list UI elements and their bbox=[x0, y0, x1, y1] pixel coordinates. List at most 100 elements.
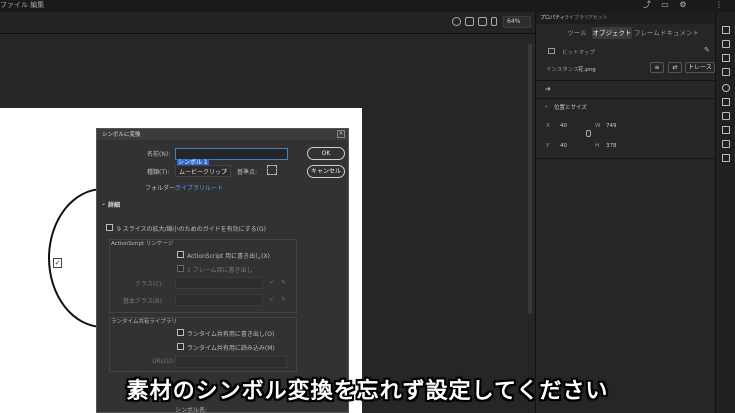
export-first-frame-checkbox[interactable] bbox=[177, 265, 184, 272]
menu-title[interactable]: ファイル 編集 bbox=[0, 0, 44, 10]
more-icon[interactable]: ⋮ bbox=[713, 0, 725, 10]
check-icon[interactable]: ✓ bbox=[269, 279, 274, 286]
clip-icon[interactable] bbox=[465, 17, 474, 26]
chevron-down-icon[interactable]: ⌄ bbox=[101, 200, 106, 207]
section-title: 位置とサイズ bbox=[554, 105, 587, 111]
components-icon[interactable] bbox=[722, 84, 730, 92]
app-window: ファイル 編集 ⤴ ▭ ⚙ ⋮ 64% ✓ プロパティ ライブラリ アセット ツ… bbox=[0, 0, 735, 413]
instance-value[interactable]: 花.png bbox=[578, 65, 596, 73]
panel-divider bbox=[536, 98, 716, 99]
history-icon[interactable] bbox=[722, 140, 730, 148]
segment-document[interactable]: ドキュメント bbox=[660, 27, 699, 39]
fit-icon[interactable] bbox=[478, 17, 487, 26]
share-icon[interactable]: ⤴ bbox=[641, 0, 653, 10]
output-icon[interactable] bbox=[722, 154, 730, 162]
url-label: URL(U): bbox=[152, 358, 175, 365]
type-value: ムービークリップ bbox=[179, 169, 228, 176]
center-stage-icon[interactable] bbox=[452, 17, 461, 26]
runtime-import-label: ランタイム共有用に読み込み(M) bbox=[187, 345, 275, 352]
url-field[interactable] bbox=[175, 356, 287, 368]
base-class-label: 基本クラス(B): bbox=[123, 298, 164, 305]
ok-button[interactable]: OK bbox=[307, 147, 345, 160]
details-toggle[interactable]: 詳細 bbox=[108, 200, 120, 209]
base-class-field[interactable] bbox=[175, 294, 263, 306]
tab-library[interactable]: ライブラリ bbox=[564, 14, 589, 21]
exchange-icon[interactable]: ⇄ bbox=[668, 62, 682, 73]
stage-toolbar: 64% bbox=[0, 12, 535, 34]
panel-tab-bar: プロパティ ライブラリ アセット bbox=[536, 12, 716, 24]
h-label: H bbox=[595, 143, 600, 149]
transform-icon[interactable] bbox=[491, 17, 497, 26]
tool-strip bbox=[715, 12, 735, 413]
lock-icon[interactable] bbox=[586, 130, 591, 137]
cancel-button[interactable]: キャンセル bbox=[307, 165, 345, 178]
y-value[interactable]: 40 bbox=[560, 143, 567, 149]
nine-slice-label: 9 スライスの拡大/縮小のためのガイドを有効にする(G) bbox=[117, 226, 266, 233]
library-icon[interactable] bbox=[722, 40, 730, 48]
registration-grid-icon[interactable] bbox=[267, 165, 277, 175]
edit-icon[interactable]: ✎ bbox=[281, 279, 286, 286]
runtime-export-label: ランタイム共有用に書き出し(O) bbox=[187, 331, 275, 338]
dialog-titlebar[interactable]: シンボルに変換 × bbox=[97, 129, 348, 140]
nine-slice-checkbox[interactable] bbox=[106, 224, 113, 231]
segment-tool[interactable]: ツール bbox=[564, 27, 590, 39]
tab-assets[interactable]: アセット bbox=[588, 14, 608, 21]
info-icon[interactable] bbox=[722, 112, 730, 120]
bitmap-icon bbox=[548, 48, 555, 54]
linkage-title: ActionScript リンケージ bbox=[111, 241, 174, 247]
vertical-scrollbar[interactable] bbox=[528, 44, 532, 314]
class-field[interactable] bbox=[175, 277, 263, 289]
w-value[interactable]: 749 bbox=[606, 123, 617, 129]
chevron-down-icon[interactable]: ⌄ bbox=[544, 103, 549, 109]
menu-bar: ファイル 編集 ⤴ ▭ ⚙ ⋮ bbox=[0, 0, 735, 12]
selection-marker: ✓ bbox=[53, 258, 62, 268]
panel-divider bbox=[536, 80, 716, 81]
close-icon[interactable]: × bbox=[337, 130, 345, 138]
symbol-name-label: シンボル名: bbox=[175, 407, 208, 413]
export-actionscript-checkbox[interactable] bbox=[177, 251, 184, 258]
tab-properties[interactable]: プロパティ bbox=[540, 14, 565, 21]
edit-icon[interactable]: ✎ bbox=[704, 46, 710, 54]
folder-link[interactable]: ライブラリルート bbox=[175, 183, 223, 192]
y-label: Y bbox=[546, 143, 550, 149]
segment-frame[interactable]: フレーム bbox=[634, 27, 660, 39]
w-label: W bbox=[595, 123, 601, 129]
runtime-export-checkbox[interactable] bbox=[177, 329, 184, 336]
properties-panel: プロパティ ライブラリ アセット ツール オブジェクト フレーム ドキュメント … bbox=[535, 12, 716, 413]
video-subtitle: 素材のシンボル変換を忘れず設定してください bbox=[126, 379, 609, 404]
export-actionscript-label: ActionScript 用に書き出し(X) bbox=[187, 253, 270, 260]
window-icon[interactable]: ▭ bbox=[659, 0, 671, 10]
code-icon[interactable] bbox=[722, 126, 730, 134]
gear-icon[interactable]: ⚙ bbox=[677, 0, 689, 10]
transform-icon[interactable] bbox=[722, 98, 730, 106]
instance-label: インスタンス bbox=[546, 67, 579, 73]
chevron-down-icon: ⌄ bbox=[222, 167, 228, 174]
panel-divider bbox=[536, 158, 716, 159]
check-icon[interactable]: ✓ bbox=[269, 296, 274, 303]
align-icon[interactable] bbox=[722, 54, 730, 62]
type-select[interactable]: ムービークリップ ⌄ bbox=[175, 165, 231, 177]
trace-button[interactable]: トレース bbox=[685, 62, 715, 73]
zoom-select[interactable]: 64% bbox=[503, 16, 531, 28]
name-label: 名前(N): bbox=[147, 151, 171, 158]
x-label: X bbox=[546, 123, 550, 129]
pin-icon[interactable]: ➜ bbox=[545, 85, 551, 93]
convert-to-symbol-dialog: シンボルに変換 × 名前(N): シンボル 1 種類(T): ムービークリップ … bbox=[96, 128, 349, 413]
class-label: クラス(C): bbox=[135, 281, 164, 288]
runtime-import-checkbox[interactable] bbox=[177, 343, 184, 350]
name-field[interactable]: シンボル 1 bbox=[175, 148, 288, 167]
properties-icon[interactable] bbox=[722, 26, 730, 34]
edit-icon[interactable]: ✎ bbox=[281, 296, 286, 303]
folder-label: フォルダー: bbox=[145, 185, 178, 192]
x-value[interactable]: 40 bbox=[560, 123, 567, 129]
dialog-title: シンボルに変換 bbox=[102, 132, 141, 138]
export-first-frame-label: 1 フレーム目に書き出し bbox=[187, 267, 253, 274]
segment-object[interactable]: オブジェクト bbox=[592, 27, 632, 39]
runtime-title: ランタイム共有ライブラリ bbox=[111, 319, 177, 325]
type-label: 種類(T): bbox=[147, 169, 170, 176]
object-type: ビットマップ bbox=[562, 50, 596, 56]
swap-icon[interactable]: ≡ bbox=[650, 62, 664, 73]
h-value[interactable]: 378 bbox=[606, 143, 617, 149]
color-icon[interactable] bbox=[722, 68, 730, 76]
registration-label: 基準点: bbox=[237, 169, 258, 176]
